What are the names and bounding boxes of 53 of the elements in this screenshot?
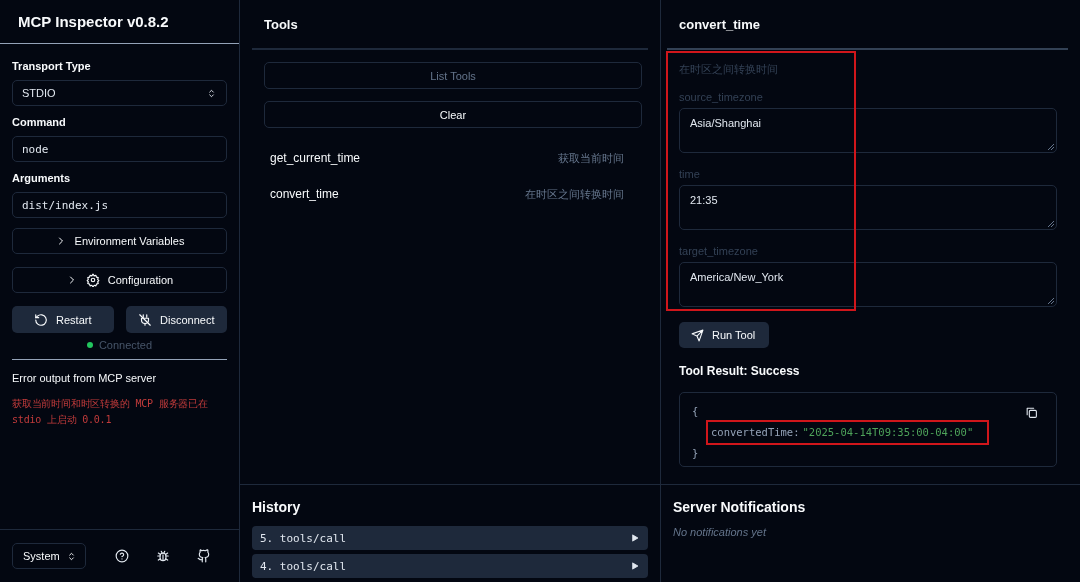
panel-title: convert_time: [679, 16, 760, 32]
input-field[interactable]: Asia/Shanghai: [679, 108, 1057, 153]
tool-description: 在时区之间转换时间: [679, 62, 779, 77]
tool-description: 获取当前时间: [558, 150, 624, 166]
disconnect-button[interactable]: Disconnect: [125, 306, 227, 333]
tool-name[interactable]: convert_time: [270, 187, 339, 201]
tool-name[interactable]: get_current_time: [270, 151, 361, 165]
section-heading: Error output from MCP server: [12, 372, 158, 384]
copy-button[interactable]: [1025, 406, 1038, 419]
field-label: target_timezone: [679, 245, 759, 257]
json-brace: {: [692, 404, 699, 419]
input-field[interactable]: 21:35: [679, 185, 1057, 230]
panel-title: History: [252, 499, 301, 515]
tool-description: 在时区之间转换时间: [525, 186, 624, 202]
expand-triangle-icon: [630, 533, 640, 543]
resize-grip-icon[interactable]: [1048, 298, 1054, 304]
field-label: source_timezone: [679, 91, 764, 103]
json-brace: }: [692, 446, 699, 461]
resize-grip-icon[interactable]: [1048, 144, 1054, 150]
app-title: MCP Inspector v0.8.2: [18, 13, 169, 30]
input-field[interactable]: dist/index.js: [12, 192, 227, 218]
help-icon: [115, 549, 130, 563]
field-label: Arguments: [12, 172, 72, 184]
restart-button[interactable]: Restart: [12, 306, 114, 333]
theme-select[interactable]: System: [12, 543, 86, 569]
copy-icon: [1025, 406, 1038, 419]
gear-icon: [85, 273, 100, 287]
expand-triangle-icon: [630, 561, 640, 571]
restart-icon: [34, 312, 48, 327]
result-heading: Tool Result: Success: [679, 364, 801, 378]
bug-icon: [156, 549, 171, 563]
panel-title: Tools: [264, 16, 298, 32]
up-down-chevron-icon: [206, 87, 217, 99]
panel-title: Server Notifications: [673, 499, 806, 515]
cat-icon: [197, 549, 212, 563]
resize-grip-icon[interactable]: [1048, 221, 1054, 227]
field-label: Command: [12, 116, 67, 128]
error-message: 获取当前时间和时区转换的 MCP 服务器已在 stdio 上启动 0.0.1: [12, 397, 209, 427]
input-field[interactable]: America/New_York: [679, 262, 1057, 307]
input-field[interactable]: node: [12, 136, 227, 162]
field-label: Transport Type: [12, 60, 92, 72]
toolbar-button[interactable]: Clear: [264, 101, 642, 128]
section-toggle[interactable]: Configuration: [12, 267, 227, 293]
history-item[interactable]: 5. tools/call: [252, 526, 648, 550]
run-button[interactable]: Run Tool: [679, 322, 770, 348]
field-label: time: [679, 168, 701, 180]
connection-status: Connected: [98, 339, 153, 351]
send-icon: [691, 328, 704, 342]
unplug-icon: [138, 312, 153, 327]
section-toggle[interactable]: Environment Variables: [12, 228, 227, 254]
transport-select[interactable]: STDIO: [12, 80, 227, 106]
history-item[interactable]: 4. tools/call: [252, 554, 648, 578]
empty-message: No notifications yet: [673, 526, 766, 538]
